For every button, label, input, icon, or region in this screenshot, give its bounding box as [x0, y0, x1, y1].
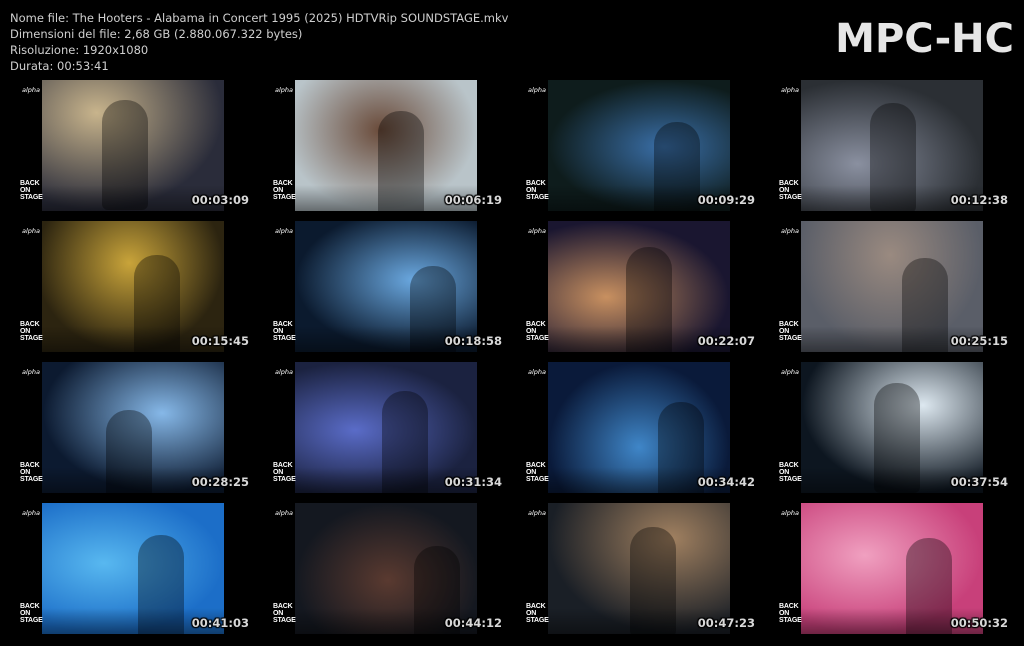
video-thumbnail: alpha BACK ON STAGE 00:18:58 [263, 221, 506, 352]
show-logo: BACK ON STAGE [273, 462, 296, 483]
channel-logo: alpha [528, 86, 547, 94]
video-thumbnail: alpha BACK ON STAGE 00:06:19 [263, 80, 506, 211]
thumbnail-frame-microphone-closeup [295, 503, 477, 634]
show-logo: BACK ON STAGE [779, 321, 802, 342]
channel-logo: alpha [275, 368, 294, 376]
thumbnail-frame-bass-guitar [548, 503, 730, 634]
thumbnail-frame-singer-closeup [801, 221, 983, 352]
thumbnail-timestamp: 00:15:45 [191, 334, 249, 348]
show-logo: BACK ON STAGE [779, 180, 802, 201]
channel-logo: alpha [22, 509, 41, 517]
thumbnail-frame-acoustic-guitarist [548, 221, 730, 352]
thumbnail-frame-keyboardist-singing [42, 221, 224, 352]
thumbnail-timestamp: 00:44:12 [444, 616, 502, 630]
thumbnail-timestamp: 00:25:15 [950, 334, 1008, 348]
thumbnail-frame-stage-crowd [548, 80, 730, 211]
thumbnail-timestamp: 00:22:07 [697, 334, 755, 348]
thumbnail-frame-wide-stage-lights [295, 221, 477, 352]
thumbnail-timestamp: 00:41:03 [191, 616, 249, 630]
show-logo: BACK ON STAGE [20, 603, 43, 624]
show-logo: BACK ON STAGE [273, 603, 296, 624]
video-thumbnail: alpha BACK ON STAGE 00:31:34 [263, 362, 506, 493]
thumbnail-frame-singer-pink-light [801, 503, 983, 634]
thumbnail-timestamp: 00:50:32 [950, 616, 1008, 630]
video-thumbnail: alpha BACK ON STAGE 00:22:07 [516, 221, 759, 352]
thumbnail-timestamp: 00:18:58 [444, 334, 502, 348]
show-logo: BACK ON STAGE [273, 321, 296, 342]
channel-logo: alpha [528, 227, 547, 235]
video-thumbnail: alpha BACK ON STAGE 00:34:42 [516, 362, 759, 493]
thumbnail-timestamp: 00:09:29 [697, 193, 755, 207]
show-logo: BACK ON STAGE [20, 462, 43, 483]
thumbnail-timestamp: 00:37:54 [950, 475, 1008, 489]
channel-logo: alpha [22, 227, 41, 235]
video-thumbnail: alpha BACK ON STAGE 00:44:12 [263, 503, 506, 634]
channel-logo: alpha [528, 368, 547, 376]
channel-logo: alpha [781, 86, 800, 94]
video-thumbnail: alpha BACK ON STAGE 00:37:54 [769, 362, 1012, 493]
channel-logo: alpha [781, 227, 800, 235]
show-logo: BACK ON STAGE [526, 603, 549, 624]
channel-logo: alpha [781, 368, 800, 376]
thumbnail-frame-crowd-blue-lights [42, 362, 224, 493]
show-logo: BACK ON STAGE [779, 603, 802, 624]
thumbnail-frame-singer-microphone [295, 80, 477, 211]
thumbnail-frame-singer-blue-stage [42, 503, 224, 634]
show-logo: BACK ON STAGE [273, 180, 296, 201]
thumbnail-frame-keyboardist-spotlight [801, 362, 983, 493]
channel-logo: alpha [275, 509, 294, 517]
thumbnail-timestamp: 00:12:38 [950, 193, 1008, 207]
video-thumbnail: alpha BACK ON STAGE 00:50:32 [769, 503, 1012, 634]
video-thumbnail: alpha BACK ON STAGE 00:09:29 [516, 80, 759, 211]
thumbnail-frame-singer-headset [548, 362, 730, 493]
thumbnail-frame-band-accordion [295, 362, 477, 493]
thumbnail-timestamp: 00:28:25 [191, 475, 249, 489]
show-logo: BACK ON STAGE [526, 321, 549, 342]
thumbnail-frame-guitarist-closeup [42, 80, 224, 211]
show-logo: BACK ON STAGE [526, 462, 549, 483]
show-logo: BACK ON STAGE [779, 462, 802, 483]
channel-logo: alpha [275, 227, 294, 235]
thumbnail-frame-stage-lights-crowd [801, 80, 983, 211]
video-thumbnail: alpha BACK ON STAGE 00:12:38 [769, 80, 1012, 211]
thumbnail-timestamp: 00:47:23 [697, 616, 755, 630]
video-thumbnail: alpha BACK ON STAGE 00:47:23 [516, 503, 759, 634]
video-thumbnail: alpha BACK ON STAGE 00:28:25 [10, 362, 253, 493]
thumbnail-timestamp: 00:06:19 [444, 193, 502, 207]
channel-logo: alpha [528, 509, 547, 517]
video-thumbnail: alpha BACK ON STAGE 00:03:09 [10, 80, 253, 211]
thumbnail-grid: alpha BACK ON STAGE 00:03:09 alpha BACK ON STAGE… [0, 0, 1024, 646]
show-logo: BACK ON STAGE [526, 180, 549, 201]
show-logo: BACK ON STAGE [20, 321, 43, 342]
channel-logo: alpha [22, 368, 41, 376]
video-thumbnail: alpha BACK ON STAGE 00:41:03 [10, 503, 253, 634]
channel-logo: alpha [275, 86, 294, 94]
video-thumbnail: alpha BACK ON STAGE 00:25:15 [769, 221, 1012, 352]
thumbnail-timestamp: 00:31:34 [444, 475, 502, 489]
thumbnail-timestamp: 00:03:09 [191, 193, 249, 207]
video-thumbnail: alpha BACK ON STAGE 00:15:45 [10, 221, 253, 352]
thumbnail-timestamp: 00:34:42 [697, 475, 755, 489]
channel-logo: alpha [781, 509, 800, 517]
show-logo: BACK ON STAGE [20, 180, 43, 201]
channel-logo: alpha [22, 86, 41, 94]
